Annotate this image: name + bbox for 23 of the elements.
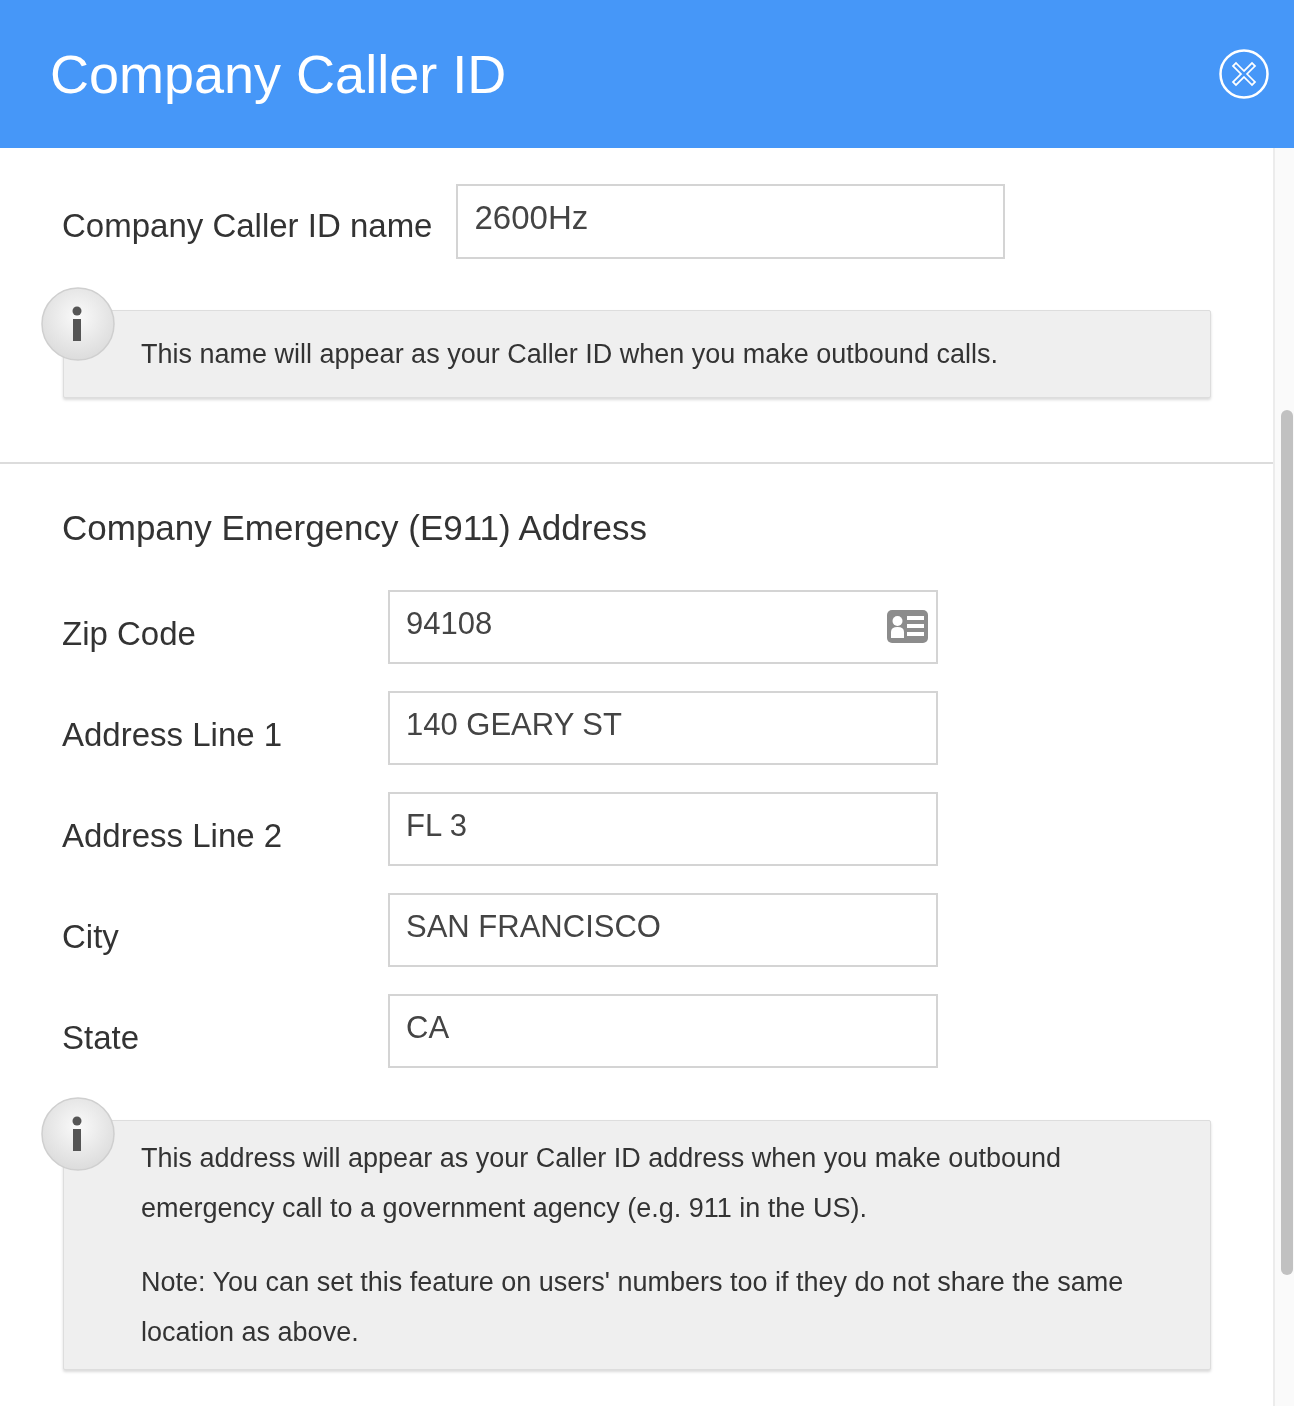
text-field[interactable]: 94108	[388, 590, 938, 664]
scrollbar[interactable]	[1273, 148, 1294, 1406]
info-icon	[40, 1096, 116, 1172]
text-field[interactable]: CA	[388, 994, 938, 1068]
field-label: Company Caller ID name	[62, 206, 433, 245]
info-icon	[40, 286, 116, 362]
info-text: Note: You can set this feature on users' numbers too if they do not share the same location as above.	[141, 1266, 1125, 1349]
contact-card-icon[interactable]	[887, 610, 928, 643]
caller-id-name-field[interactable]: 2600Hz	[456, 184, 1006, 259]
text-field[interactable]: 140 GEARY ST	[388, 691, 938, 765]
close-icon[interactable]	[1219, 49, 1269, 99]
scrollbar-thumb[interactable]	[1281, 410, 1293, 1275]
field-label: Address Line 1	[62, 716, 284, 754]
field-label: City	[62, 918, 120, 956]
info-text: This address will appear as your Caller ID address when you make outbound emergency call to a government agency (e.g. 911 in the US).	[141, 1142, 1062, 1225]
text-field[interactable]: FL 3	[388, 792, 938, 866]
dialog-title: Company Caller ID	[50, 43, 507, 105]
field-label: Address Line 2	[62, 817, 284, 855]
field-label: State	[62, 1019, 141, 1057]
field-label: Zip Code	[62, 615, 197, 653]
info-text: This name will appear as your Caller ID when you make outbound calls.	[141, 338, 999, 371]
section-heading: Company Emergency (E911) Address	[62, 508, 648, 548]
text-field[interactable]: SAN FRANCISCO	[388, 893, 938, 967]
